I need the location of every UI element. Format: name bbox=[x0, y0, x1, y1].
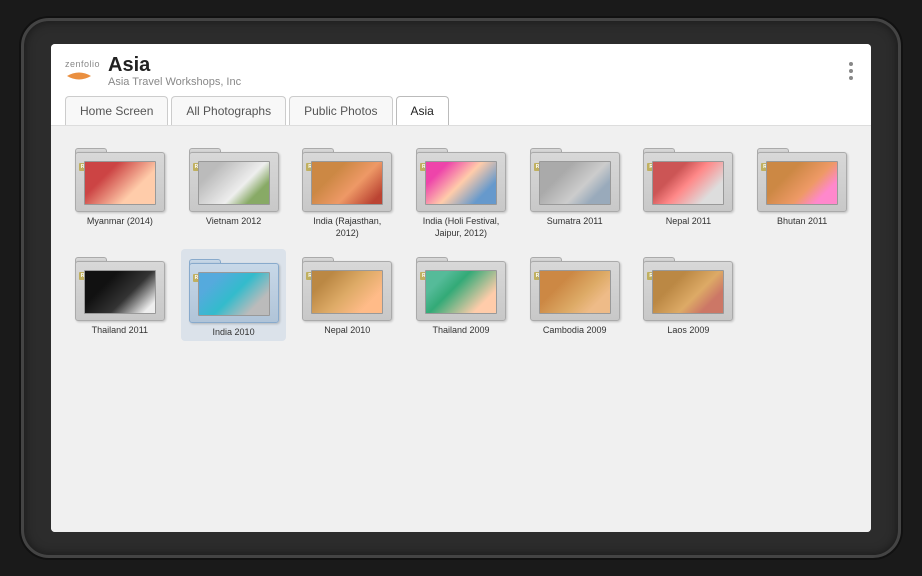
nav-tabs: Home Screen All Photographs Public Photo… bbox=[65, 96, 857, 125]
page-title: Asia bbox=[108, 54, 241, 76]
folder-icon: RAW bbox=[530, 249, 620, 321]
header: zenfolio Asia Asia Travel Workshops, Inc bbox=[51, 44, 871, 126]
screen: zenfolio Asia Asia Travel Workshops, Inc bbox=[51, 44, 871, 532]
folder-label: Laos 2009 bbox=[667, 325, 709, 337]
folder-item-sumatra[interactable]: RAW Sumatra 2011 bbox=[522, 140, 628, 239]
folder-label: Bhutan 2011 bbox=[777, 216, 827, 228]
folder-icon: RAW bbox=[416, 140, 506, 212]
folder-photo bbox=[425, 270, 497, 314]
folder-body: RAW bbox=[416, 261, 506, 321]
folder-body: RAW bbox=[416, 152, 506, 212]
folder-body: RAW bbox=[75, 152, 165, 212]
folder-body: RAW bbox=[643, 152, 733, 212]
folder-photo bbox=[539, 161, 611, 205]
folder-icon: RAW bbox=[302, 249, 392, 321]
device-frame: zenfolio Asia Asia Travel Workshops, Inc bbox=[21, 18, 901, 558]
folder-item-vietnam[interactable]: RAW Vietnam 2012 bbox=[181, 140, 287, 239]
folder-label: Nepal 2011 bbox=[666, 216, 711, 228]
folder-label: India 2010 bbox=[213, 327, 255, 339]
folder-item-india-raj[interactable]: RAW India (Rajasthan, 2012) bbox=[294, 140, 400, 239]
folder-body: RAW bbox=[189, 263, 279, 323]
folder-icon: RAW bbox=[757, 140, 847, 212]
zenfolio-brand-icon bbox=[65, 69, 93, 83]
tab-all-photographs[interactable]: All Photographs bbox=[171, 96, 286, 125]
folder-icon: RAW bbox=[189, 140, 279, 212]
tab-asia[interactable]: Asia bbox=[396, 96, 449, 125]
folder-body: RAW bbox=[302, 152, 392, 212]
folder-label: Nepal 2010 bbox=[324, 325, 370, 337]
folder-label: Cambodia 2009 bbox=[543, 325, 607, 337]
folders-grid: RAW Myanmar (2014) RAW Vietnam 2012 RAW … bbox=[67, 140, 855, 341]
tab-home[interactable]: Home Screen bbox=[65, 96, 168, 125]
folder-icon: RAW bbox=[75, 140, 165, 212]
folder-icon: RAW bbox=[302, 140, 392, 212]
folder-body: RAW bbox=[530, 152, 620, 212]
folder-photo bbox=[425, 161, 497, 205]
folder-item-india-holi[interactable]: RAW India (Holi Festival, Jaipur, 2012) bbox=[408, 140, 514, 239]
folder-icon: RAW bbox=[75, 249, 165, 321]
folder-item-cambodia[interactable]: RAW Cambodia 2009 bbox=[522, 249, 628, 341]
folder-item-nepal[interactable]: RAW Nepal 2011 bbox=[636, 140, 742, 239]
folder-body: RAW bbox=[75, 261, 165, 321]
folder-item-thailand09[interactable]: RAW Thailand 2009 bbox=[408, 249, 514, 341]
folder-label: Sumatra 2011 bbox=[547, 216, 603, 228]
folder-icon: RAW bbox=[643, 140, 733, 212]
dot-1 bbox=[849, 62, 853, 66]
folder-body: RAW bbox=[189, 152, 279, 212]
folder-icon: RAW bbox=[643, 249, 733, 321]
folder-body: RAW bbox=[757, 152, 847, 212]
folder-icon: RAW bbox=[189, 251, 279, 323]
subtitle: Asia Travel Workshops, Inc bbox=[108, 76, 241, 88]
folder-photo bbox=[311, 161, 383, 205]
tab-public-photos[interactable]: Public Photos bbox=[289, 96, 392, 125]
folder-photo bbox=[652, 270, 724, 314]
more-menu-button[interactable] bbox=[845, 58, 857, 84]
folder-label: Myanmar (2014) bbox=[87, 216, 153, 228]
folder-photo bbox=[652, 161, 724, 205]
dot-2 bbox=[849, 69, 853, 73]
folder-item-nepal10[interactable]: RAW Nepal 2010 bbox=[294, 249, 400, 341]
folder-photo bbox=[84, 161, 156, 205]
folder-body: RAW bbox=[302, 261, 392, 321]
folder-item-laos[interactable]: RAW Laos 2009 bbox=[636, 249, 742, 341]
folder-item-myanmar[interactable]: RAW Myanmar (2014) bbox=[67, 140, 173, 239]
zenfolio-logo: zenfolio bbox=[65, 59, 100, 83]
folder-item-bhutan[interactable]: RAW Bhutan 2011 bbox=[749, 140, 855, 239]
folder-photo bbox=[539, 270, 611, 314]
folder-photo bbox=[84, 270, 156, 314]
zenfolio-text: zenfolio bbox=[65, 59, 100, 69]
folder-label: India (Rajasthan, 2012) bbox=[302, 216, 392, 239]
header-top: zenfolio Asia Asia Travel Workshops, Inc bbox=[65, 54, 857, 88]
folder-icon: RAW bbox=[530, 140, 620, 212]
folder-body: RAW bbox=[643, 261, 733, 321]
folder-photo bbox=[198, 272, 270, 316]
folder-icon: RAW bbox=[416, 249, 506, 321]
folder-label: India (Holi Festival, Jaipur, 2012) bbox=[416, 216, 506, 239]
folder-label: Thailand 2009 bbox=[432, 325, 489, 337]
logo-title: zenfolio Asia Asia Travel Workshops, Inc bbox=[65, 54, 241, 88]
folder-item-india10[interactable]: RAW India 2010 bbox=[181, 249, 287, 341]
folder-label: Vietnam 2012 bbox=[206, 216, 261, 228]
folder-photo bbox=[766, 161, 838, 205]
dot-3 bbox=[849, 76, 853, 80]
folder-body: RAW bbox=[530, 261, 620, 321]
folder-item-thailand11[interactable]: RAW Thailand 2011 bbox=[67, 249, 173, 341]
content-area: RAW Myanmar (2014) RAW Vietnam 2012 RAW … bbox=[51, 126, 871, 532]
folder-label: Thailand 2011 bbox=[92, 325, 148, 337]
folder-photo bbox=[198, 161, 270, 205]
title-block: Asia Asia Travel Workshops, Inc bbox=[108, 54, 241, 88]
folder-photo bbox=[311, 270, 383, 314]
